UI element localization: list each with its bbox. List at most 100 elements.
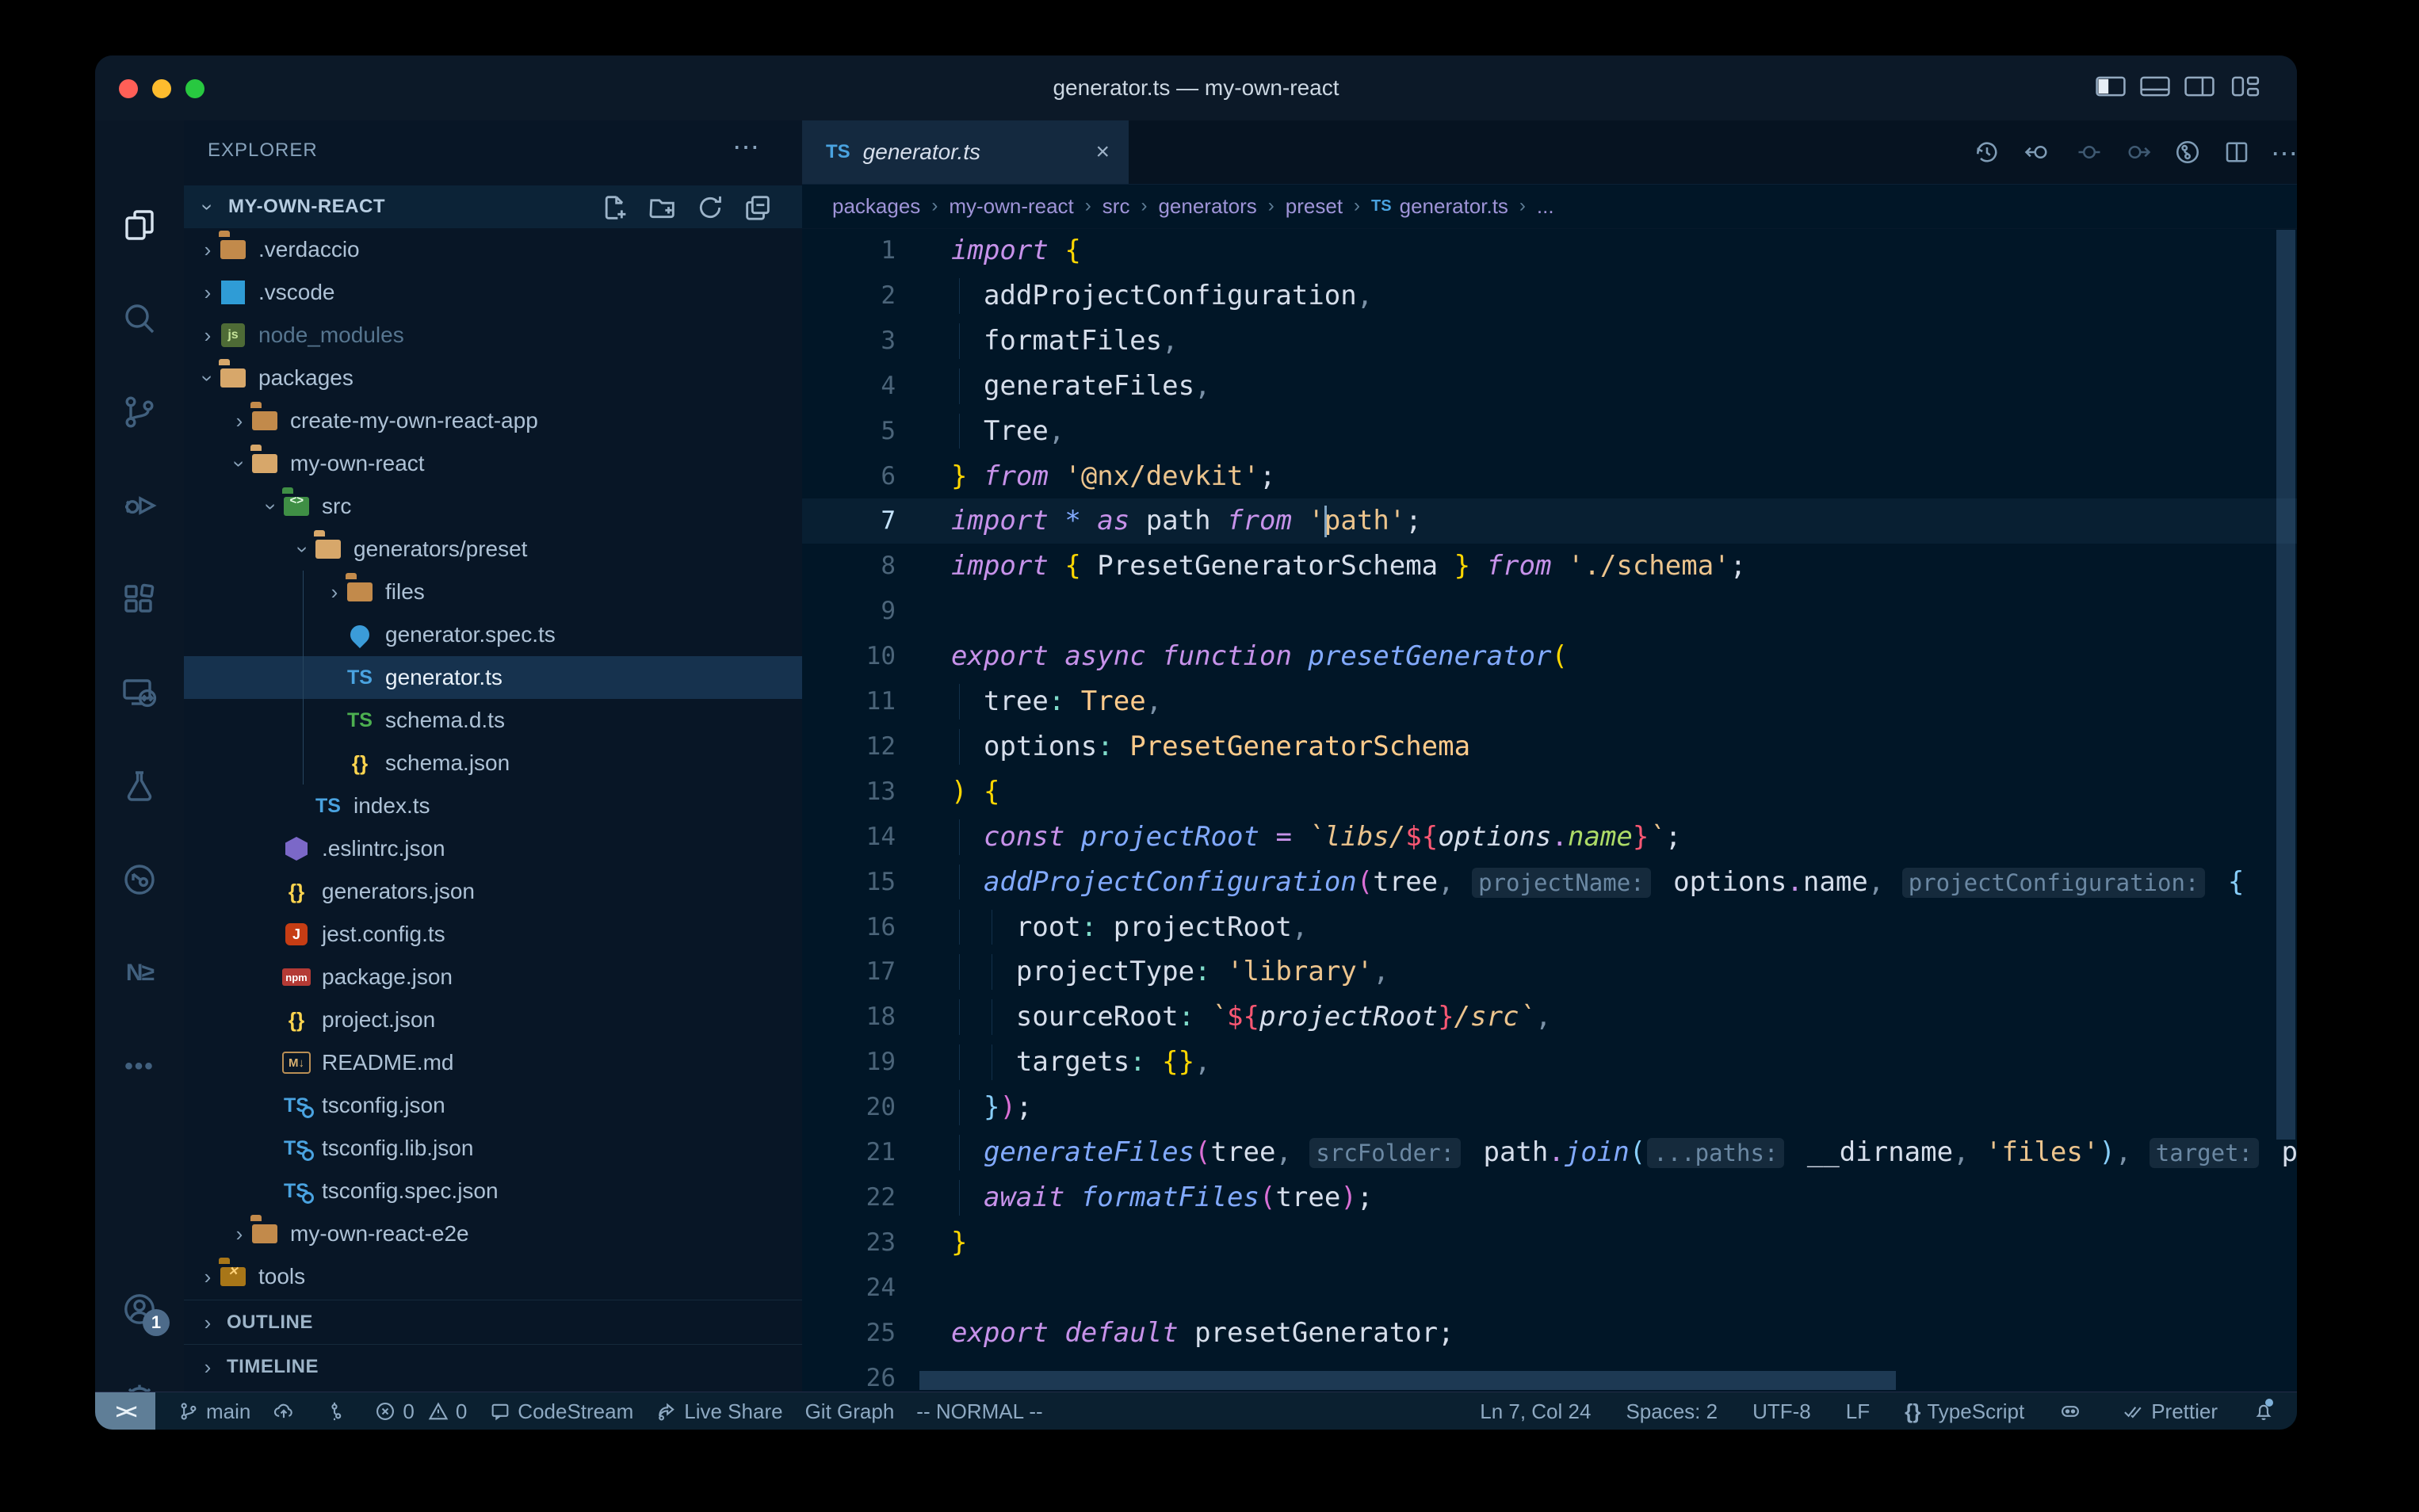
chevron-down-icon[interactable]: › [196,367,220,389]
code-line-10[interactable]: 10export async function presetGenerator( [802,634,2297,679]
editor-more-actions-icon[interactable]: ⋯ [2271,138,2297,166]
prettier-status-item[interactable]: Prettier [2123,1399,2218,1424]
encoding-status-item[interactable]: UTF-8 [1752,1399,1811,1424]
publish-status-item[interactable] [273,1400,301,1422]
timeline-history-icon[interactable] [1973,138,2001,166]
code-line-9[interactable]: 9 [802,589,2297,634]
tree-item-readme-md[interactable]: M↓README.md [184,1041,802,1084]
code-line-7[interactable]: 7import * as path from 'path'; [802,498,2297,544]
code-line-12[interactable]: 12 options: PresetGeneratorSchema [802,724,2297,769]
code-line-19[interactable]: 19 targets: {}, [802,1040,2297,1085]
code-line-22[interactable]: 22 await formatFiles(tree); [802,1175,2297,1220]
code-editor[interactable]: 1import {2 addProjectConfiguration,3 for… [802,228,2297,1392]
breadcrumb-item[interactable]: my-own-react [949,194,1073,219]
sidebar-item-extensions[interactable] [95,561,184,637]
sidebar-item-run-debug[interactable] [95,468,184,544]
sidebar-item-remote-explorer[interactable] [95,655,184,731]
code-line-4[interactable]: 4 generateFiles, [802,364,2297,409]
code-line-21[interactable]: 21 generateFiles(tree, srcFolder: path.j… [802,1130,2297,1175]
tree-item-generator-spec-ts[interactable]: generator.spec.ts [184,613,802,656]
code-line-20[interactable]: 20 }); [802,1085,2297,1130]
source-control-graph-icon[interactable] [2173,138,2202,166]
tree-item-schema-d-ts[interactable]: TSschema.d.ts [184,699,802,742]
tree-item--vscode[interactable]: ›.vscode [184,271,802,314]
git-actions-status-item[interactable] [323,1400,352,1422]
problems-status-item[interactable]: 0 0 [374,1399,467,1424]
code-line-24[interactable]: 24 [802,1266,2297,1311]
code-line-1[interactable]: 1import { [802,228,2297,273]
tree-item--verdaccio[interactable]: ›.verdaccio [184,228,802,271]
code-line-23[interactable]: 23} [802,1220,2297,1266]
tree-item-project-json[interactable]: {}project.json [184,998,802,1041]
tab-generator-ts[interactable]: TS generator.ts × [802,120,1129,184]
copilot-status-item[interactable] [2059,1400,2088,1422]
code-line-8[interactable]: 8import { PresetGeneratorSchema } from '… [802,544,2297,589]
tree-item-my-own-react[interactable]: ›my-own-react [184,442,802,485]
code-line-17[interactable]: 17 projectType: 'library', [802,949,2297,995]
code-line-14[interactable]: 14 const projectRoot = `libs/${options.n… [802,815,2297,860]
chevron-right-icon[interactable]: › [197,281,219,305]
code-line-15[interactable]: 15 addProjectConfiguration(tree, project… [802,860,2297,905]
codestream-status-item[interactable]: CodeStream [489,1399,633,1424]
collapse-folders-icon[interactable] [742,192,774,223]
notifications-status-item[interactable] [2253,1400,2281,1422]
code-line-13[interactable]: 13) { [802,769,2297,815]
tree-item-create-my-own-react-app[interactable]: ›create-my-own-react-app [184,399,802,442]
chevron-right-icon[interactable]: › [197,1265,219,1289]
outline-panel-header[interactable]: › OUTLINE [184,1300,802,1345]
split-editor-icon[interactable] [2222,138,2251,166]
tree-item-tsconfig-lib-json[interactable]: TStsconfig.lib.json [184,1127,802,1170]
tree-item-generators-preset[interactable]: ›generators/preset [184,528,802,571]
code-line-16[interactable]: 16 root: projectRoot, [802,905,2297,950]
code-line-18[interactable]: 18 sourceRoot: `${projectRoot}/src`, [802,995,2297,1040]
indentation-status-item[interactable]: Spaces: 2 [1626,1399,1718,1424]
tree-item-package-json[interactable]: npmpackage.json [184,956,802,998]
branch-status-item[interactable]: main [178,1399,250,1424]
breadcrumb-item[interactable]: generator.ts [1400,194,1508,219]
toggle-secondary-sidebar-icon[interactable] [2184,74,2215,98]
tree-item-files[interactable]: ›files [184,571,802,613]
tree-item-packages[interactable]: ›packages [184,357,802,399]
tree-item-generators-json[interactable]: {}generators.json [184,870,802,913]
tree-item-tools[interactable]: ›✕tools [184,1255,802,1298]
chevron-down-icon[interactable]: › [291,538,315,560]
tree-item-jest-config-ts[interactable]: Jjest.config.ts [184,913,802,956]
refresh-icon[interactable] [694,192,726,223]
sidebar-item-nx-console[interactable]: N≥ [95,935,184,1011]
accounts-button[interactable]: 1 [95,1271,184,1347]
chevron-right-icon[interactable]: › [228,409,250,433]
breadcrumb-item[interactable]: packages [832,194,920,219]
cursor-position-status-item[interactable]: Ln 7, Col 24 [1480,1399,1591,1424]
code-line-11[interactable]: 11 tree: Tree, [802,679,2297,724]
sidebar-item-source-control[interactable] [95,374,184,450]
breadcrumb-item[interactable]: src [1102,194,1130,219]
chevron-right-icon[interactable]: › [197,238,219,262]
toggle-primary-sidebar-icon[interactable] [2096,74,2126,98]
tree-item--eslintrc-json[interactable]: .eslintrc.json [184,827,802,870]
tree-item-tsconfig-json[interactable]: TStsconfig.json [184,1084,802,1127]
breadcrumb-item[interactable]: ... [1537,194,1554,219]
tree-item-src[interactable]: ›<>src [184,485,802,528]
chevron-down-icon[interactable]: › [227,452,252,475]
sidebar-item-git-graph[interactable] [95,842,184,918]
chevron-right-icon[interactable]: › [323,580,346,605]
tree-item-schema-json[interactable]: {}schema.json [184,742,802,785]
nav-back-icon[interactable] [2023,138,2051,166]
toggle-panel-icon[interactable] [2140,74,2170,98]
timeline-panel-header[interactable]: › TIMELINE [184,1344,802,1389]
nav-forward-icon[interactable] [2124,138,2153,166]
close-tab-icon[interactable]: × [1095,139,1110,166]
new-folder-icon[interactable] [647,192,678,223]
sidebar-item-more[interactable]: ••• [95,1029,184,1105]
vertical-scrollbar[interactable] [2276,230,2295,1140]
vim-mode-status-item[interactable]: -- NORMAL -- [916,1399,1042,1424]
sidebar-item-search[interactable] [95,281,184,357]
remote-indicator[interactable]: >< [95,1392,155,1430]
chevron-down-icon[interactable]: › [259,495,284,517]
tree-item-tsconfig-spec-json[interactable]: TStsconfig.spec.json [184,1170,802,1212]
nav-location-icon[interactable] [2075,138,2104,166]
horizontal-scrollbar[interactable] [919,1371,1896,1390]
customize-layout-icon[interactable] [2230,74,2260,98]
sidebar-item-testing[interactable] [95,748,184,824]
code-line-25[interactable]: 25export default presetGenerator; [802,1311,2297,1356]
